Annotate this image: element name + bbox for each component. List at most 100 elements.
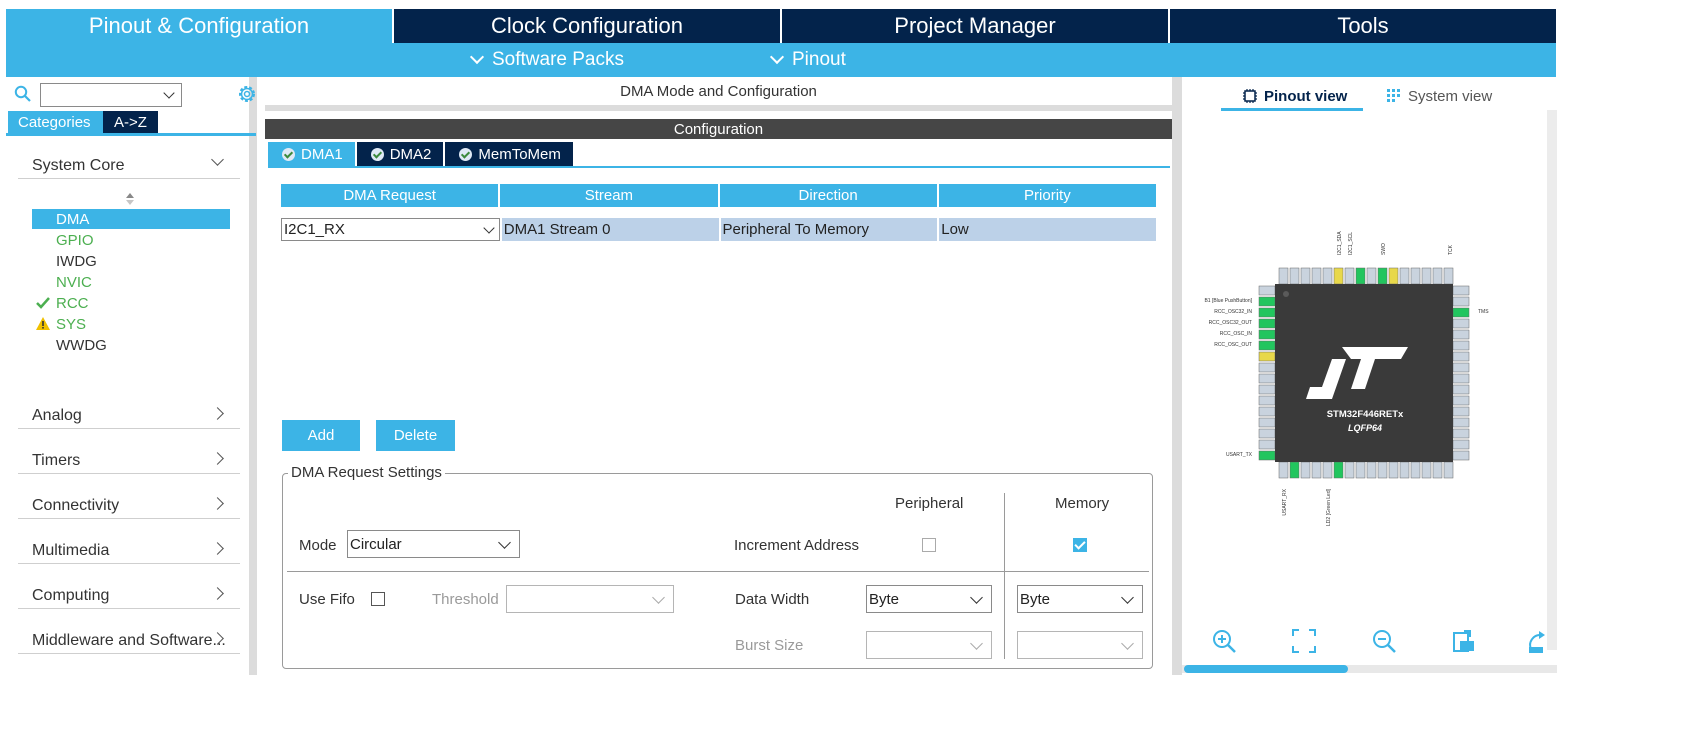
table-row[interactable]: I2C1_RX DMA1 Stream 0 Peripheral To Memo… bbox=[281, 218, 1156, 241]
chip-pin[interactable] bbox=[1278, 267, 1289, 285]
chip-pin[interactable] bbox=[1410, 461, 1421, 479]
search-input[interactable] bbox=[40, 83, 182, 107]
dma-request-select[interactable]: I2C1_RX bbox=[281, 218, 500, 241]
column-header-direction[interactable]: Direction bbox=[719, 184, 937, 207]
chip-pin[interactable] bbox=[1344, 267, 1355, 285]
chip-pin[interactable] bbox=[1311, 267, 1322, 285]
chip-pin[interactable] bbox=[1258, 406, 1276, 417]
chip-pin[interactable] bbox=[1258, 307, 1276, 318]
chip-pin[interactable] bbox=[1322, 461, 1333, 479]
chip-pin[interactable] bbox=[1452, 439, 1470, 450]
tab-pinout-view[interactable]: Pinout view bbox=[1242, 85, 1347, 107]
zoom-in-icon[interactable] bbox=[1210, 627, 1238, 655]
use-fifo-checkbox[interactable] bbox=[371, 592, 385, 606]
chip-pin[interactable] bbox=[1452, 296, 1470, 307]
core-item-dma[interactable]: DMA bbox=[32, 209, 230, 229]
column-header-stream[interactable]: Stream bbox=[500, 184, 718, 207]
chip-pin[interactable] bbox=[1452, 285, 1470, 296]
chip-pin[interactable] bbox=[1258, 384, 1276, 395]
tab-dma2[interactable]: DMA2 bbox=[356, 142, 444, 166]
chip-pin[interactable] bbox=[1452, 450, 1470, 461]
core-item-iwdg[interactable]: IWDG bbox=[32, 251, 230, 271]
tab-pinout-configuration[interactable]: Pinout & Configuration bbox=[6, 9, 394, 43]
chip-pin[interactable] bbox=[1300, 461, 1311, 479]
chip-pin[interactable] bbox=[1278, 461, 1289, 479]
core-item-sys[interactable]: SYS bbox=[32, 314, 230, 334]
chip-pin[interactable] bbox=[1443, 267, 1454, 285]
chip-pin[interactable] bbox=[1258, 450, 1276, 461]
tab-memtomem[interactable]: MemToMem bbox=[445, 142, 573, 166]
chip-pin[interactable] bbox=[1258, 428, 1276, 439]
chip-pin[interactable] bbox=[1377, 267, 1388, 285]
chip-pin[interactable] bbox=[1258, 329, 1276, 340]
data-width-memory-select[interactable]: Byte bbox=[1017, 585, 1143, 613]
chip-pin[interactable] bbox=[1355, 267, 1366, 285]
chip-pin[interactable] bbox=[1388, 267, 1399, 285]
tab-dma1[interactable]: DMA1 bbox=[268, 142, 355, 166]
increment-peripheral-checkbox[interactable] bbox=[922, 538, 936, 552]
chip-pin[interactable] bbox=[1452, 307, 1470, 318]
chip-pin[interactable] bbox=[1452, 351, 1470, 362]
chip-pin[interactable] bbox=[1421, 267, 1432, 285]
chip-pin[interactable] bbox=[1355, 461, 1366, 479]
mode-select[interactable]: Circular bbox=[347, 530, 520, 558]
tab-system-view[interactable]: System view bbox=[1386, 85, 1492, 107]
sort-icon[interactable] bbox=[125, 192, 135, 206]
chip-pin[interactable] bbox=[1322, 267, 1333, 285]
chip-pin[interactable] bbox=[1258, 439, 1276, 450]
delete-button[interactable]: Delete bbox=[376, 420, 455, 451]
chip-pin[interactable] bbox=[1388, 461, 1399, 479]
column-header-priority[interactable]: Priority bbox=[938, 184, 1156, 207]
burst-peripheral-select[interactable] bbox=[866, 631, 992, 659]
chip-pin[interactable] bbox=[1452, 428, 1470, 439]
chip-pin[interactable] bbox=[1258, 318, 1276, 329]
chip-pin[interactable] bbox=[1432, 461, 1443, 479]
tab-clock-configuration[interactable]: Clock Configuration bbox=[394, 9, 782, 43]
chip-pin[interactable] bbox=[1258, 373, 1276, 384]
software-packs-menu[interactable]: Software Packs bbox=[469, 43, 624, 77]
chip-pin[interactable] bbox=[1300, 267, 1311, 285]
core-item-wwdg[interactable]: WWDG bbox=[32, 335, 230, 355]
column-header-dma-request[interactable]: DMA Request bbox=[281, 184, 499, 207]
chip-pin[interactable] bbox=[1258, 395, 1276, 406]
fit-screen-icon[interactable] bbox=[1290, 627, 1318, 655]
increment-memory-checkbox[interactable] bbox=[1073, 538, 1087, 552]
chip-pin[interactable] bbox=[1452, 417, 1470, 428]
gear-icon[interactable] bbox=[236, 83, 258, 105]
chip-pin[interactable] bbox=[1258, 362, 1276, 373]
chip-pin[interactable] bbox=[1399, 461, 1410, 479]
core-item-gpio[interactable]: GPIO bbox=[32, 230, 230, 250]
threshold-select[interactable] bbox=[506, 585, 674, 613]
chip-pin[interactable] bbox=[1452, 340, 1470, 351]
scrollbar-thumb[interactable] bbox=[1184, 665, 1348, 673]
chip-pin[interactable] bbox=[1258, 340, 1276, 351]
chip-pin[interactable] bbox=[1289, 461, 1300, 479]
core-item-rcc[interactable]: RCC bbox=[32, 293, 230, 313]
chip-pin[interactable] bbox=[1333, 267, 1344, 285]
chip-pin[interactable] bbox=[1366, 461, 1377, 479]
tab-a-to-z[interactable]: A->Z bbox=[103, 111, 158, 133]
chip-pin[interactable] bbox=[1410, 267, 1421, 285]
chip-pin[interactable] bbox=[1452, 406, 1470, 417]
chip-pin[interactable] bbox=[1258, 285, 1276, 296]
chip-pin[interactable] bbox=[1399, 267, 1410, 285]
pinout-menu[interactable]: Pinout bbox=[769, 43, 846, 77]
chip-pin[interactable] bbox=[1289, 267, 1300, 285]
chip-pin[interactable] bbox=[1421, 461, 1432, 479]
section-analog[interactable]: Analog bbox=[18, 401, 240, 429]
tab-categories[interactable]: Categories bbox=[8, 111, 103, 133]
chip-pin[interactable] bbox=[1258, 351, 1276, 362]
chip-pin[interactable] bbox=[1258, 296, 1276, 307]
chip-pin[interactable] bbox=[1452, 395, 1470, 406]
export-icon[interactable] bbox=[1450, 627, 1478, 655]
tab-project-manager[interactable]: Project Manager bbox=[782, 9, 1170, 43]
zoom-out-icon[interactable] bbox=[1370, 627, 1398, 655]
mcu-pinout-diagram[interactable]: STM32F446RETx LQFP64 B1 [Blue PushButton… bbox=[1182, 227, 1542, 527]
chip-pin[interactable] bbox=[1452, 384, 1470, 395]
core-item-nvic[interactable]: NVIC bbox=[32, 272, 230, 292]
chip-pin[interactable] bbox=[1432, 267, 1443, 285]
tab-tools[interactable]: Tools bbox=[1170, 9, 1556, 43]
burst-memory-select[interactable] bbox=[1017, 631, 1143, 659]
chip-pin[interactable] bbox=[1311, 461, 1322, 479]
add-button[interactable]: Add bbox=[282, 420, 360, 451]
